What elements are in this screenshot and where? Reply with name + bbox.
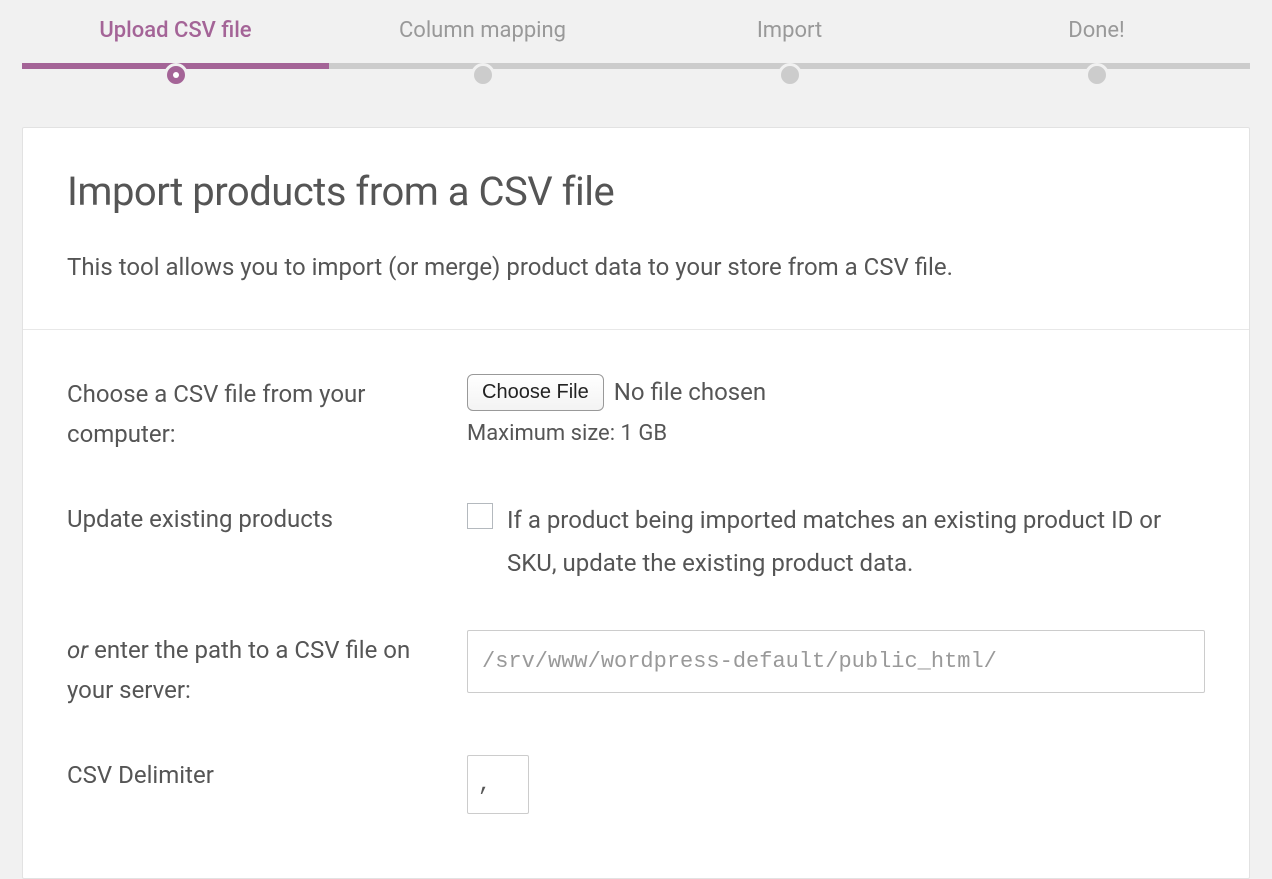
max-size-text: Maximum size: 1 GB bbox=[467, 421, 1205, 446]
step-import[interactable]: Import bbox=[636, 18, 943, 87]
update-existing-checkbox[interactable] bbox=[467, 503, 493, 529]
step-mapping-label: Column mapping bbox=[329, 18, 636, 43]
server-path-label: or enter the path to a CSV file on your … bbox=[67, 630, 467, 712]
main-panel: Import products from a CSV file This too… bbox=[22, 127, 1250, 879]
page-description: This tool allows you to import (or merge… bbox=[67, 251, 1205, 285]
or-prefix: or bbox=[67, 636, 88, 664]
step-import-label: Import bbox=[636, 18, 943, 43]
step-upload-circle bbox=[164, 63, 188, 87]
step-done-circle bbox=[1085, 63, 1109, 87]
panel-header: Import products from a CSV file This too… bbox=[23, 128, 1249, 330]
step-import-circle bbox=[778, 63, 802, 87]
update-existing-description: If a product being imported matches an e… bbox=[507, 499, 1205, 585]
path-label-text: enter the path to a CSV file on your ser… bbox=[67, 636, 410, 705]
progress-steps: Upload CSV file Column mapping Import Do… bbox=[22, 0, 1250, 87]
delimiter-label: CSV Delimiter bbox=[67, 755, 467, 796]
update-existing-label: Update existing products bbox=[67, 499, 467, 540]
no-file-chosen-text: No file chosen bbox=[614, 378, 766, 406]
step-upload-label: Upload CSV file bbox=[22, 18, 329, 43]
row-choose-file: Choose a CSV file from your computer: Ch… bbox=[67, 374, 1205, 456]
page-title: Import products from a CSV file bbox=[67, 168, 1205, 215]
delimiter-input[interactable] bbox=[467, 755, 529, 814]
row-server-path: or enter the path to a CSV file on your … bbox=[67, 630, 1205, 712]
choose-file-button[interactable]: Choose File bbox=[467, 374, 604, 411]
choose-file-label: Choose a CSV file from your computer: bbox=[67, 374, 467, 456]
step-mapping-circle bbox=[471, 63, 495, 87]
form-table: Choose a CSV file from your computer: Ch… bbox=[23, 330, 1249, 879]
step-mapping[interactable]: Column mapping bbox=[329, 18, 636, 87]
step-done-label: Done! bbox=[943, 18, 1250, 43]
row-update-existing: Update existing products If a product be… bbox=[67, 499, 1205, 585]
step-upload[interactable]: Upload CSV file bbox=[22, 18, 329, 87]
row-delimiter: CSV Delimiter bbox=[67, 755, 1205, 814]
step-done[interactable]: Done! bbox=[943, 18, 1250, 87]
server-path-input[interactable] bbox=[467, 630, 1205, 693]
